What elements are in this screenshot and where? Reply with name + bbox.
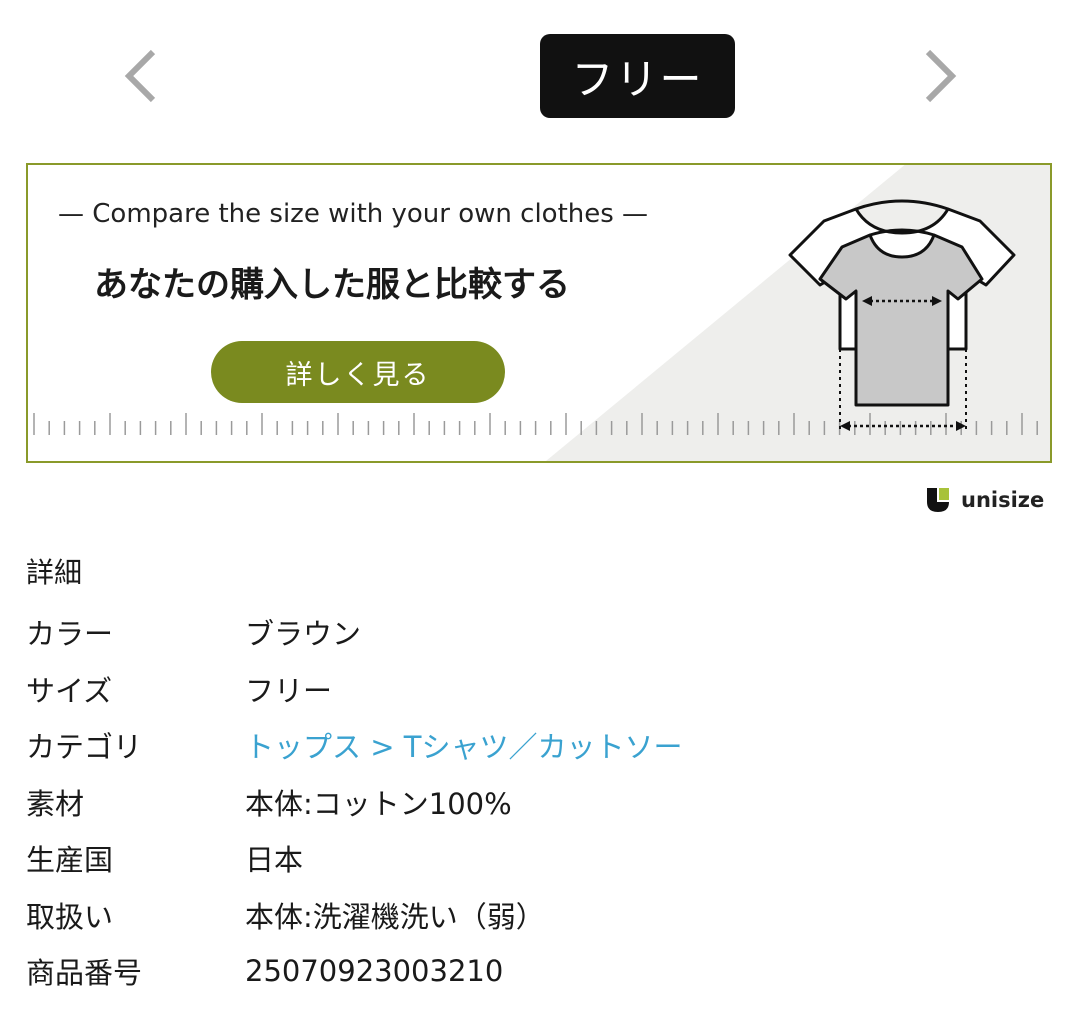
- banner-english-text: — Compare the size with your own clothes…: [58, 199, 649, 229]
- view-details-button[interactable]: 詳しく見る: [211, 341, 505, 403]
- detail-key: 生産国: [26, 843, 114, 878]
- detail-row: 素材 本体:コットン100%: [26, 774, 1056, 831]
- detail-key: 取扱い: [26, 899, 114, 934]
- detail-row: 取扱い 本体:洗濯機洗い（弱）: [26, 887, 1056, 944]
- chevron-left-icon[interactable]: [115, 44, 175, 108]
- t-shirt-compare-icon: [788, 199, 1016, 431]
- unisize-logo-icon: [927, 488, 949, 512]
- detail-key: サイズ: [26, 673, 113, 708]
- detail-row: 生産国 日本: [26, 830, 1056, 887]
- unisize-logo[interactable]: unisize: [925, 485, 1044, 515]
- detail-value: 本体:コットン100%: [245, 786, 512, 821]
- product-details: 詳細 カラー ブラウン サイズ フリー カテゴリ トップス > Tシャツ／カットソー 素材本…: [26, 548, 1056, 1000]
- detail-row: カテゴリ トップス > Tシャツ／カットソー: [26, 717, 1056, 774]
- detail-value: ブラウン: [245, 617, 362, 652]
- banner-japanese-text: あなたの購入した服と比較する: [94, 265, 570, 305]
- category-link[interactable]: トップス > Tシャツ／カットソー: [245, 724, 682, 766]
- selected-size-badge[interactable]: フリー: [540, 34, 735, 118]
- details-heading: 詳細: [26, 556, 83, 589]
- detail-row: サイズ フリー: [26, 661, 1056, 718]
- detail-value: 日本: [245, 843, 304, 878]
- detail-value: 本体:洗濯機洗い（弱）: [245, 899, 545, 934]
- details-table: カラー ブラウンサイズ フリーカテゴリ トップス > Tシャツ／カットソー素材 本体:コ…: [26, 604, 1056, 1000]
- detail-row: カラー ブラウン: [26, 604, 1056, 661]
- detail-key: カラー: [26, 617, 114, 652]
- detail-value: 25070923003210: [245, 954, 504, 989]
- detail-row: 商品番号 25070923003210: [26, 943, 1056, 1000]
- detail-key: 素材: [26, 786, 85, 821]
- detail-key: カテゴリ: [26, 730, 143, 765]
- size-compare-banner[interactable]: — Compare the size with your own clothes…: [26, 163, 1052, 463]
- detail-key: 商品番号: [26, 956, 143, 991]
- size-selector: フリー: [0, 30, 1080, 122]
- detail-value: フリー: [245, 673, 333, 708]
- unisize-label: unisize: [961, 488, 1045, 512]
- chevron-right-icon[interactable]: [908, 44, 968, 108]
